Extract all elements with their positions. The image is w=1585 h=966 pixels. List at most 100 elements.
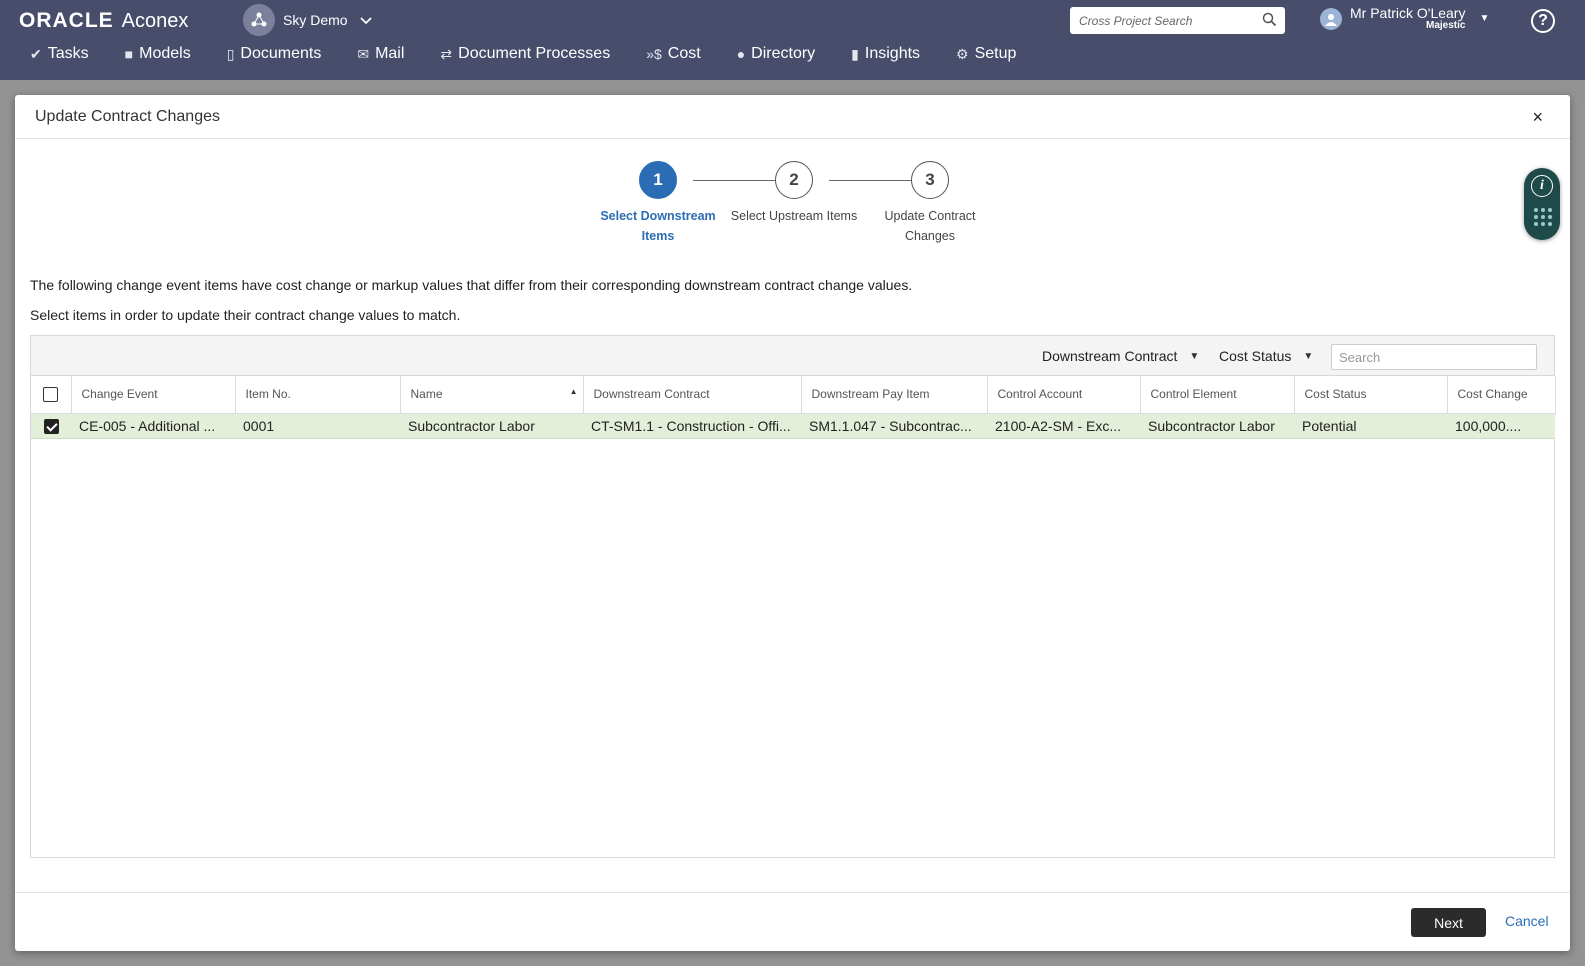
nav-label: Setup (974, 45, 1017, 62)
people-icon: ● (736, 46, 746, 62)
column-header-change-event[interactable]: Change Event (71, 376, 236, 414)
step-1: 1 Select Downstream Items (593, 161, 723, 246)
help-icon[interactable]: ? (1531, 9, 1555, 33)
downstream-contract-filter[interactable]: Downstream Contract ▼ (1042, 348, 1199, 364)
mail-icon: ✉ (357, 45, 370, 62)
nav-cost[interactable]: »$ Cost (646, 45, 700, 63)
column-header-cost-change[interactable]: Cost Change (1447, 376, 1556, 414)
step-number: 3 (911, 161, 949, 199)
close-icon[interactable]: × (1532, 107, 1543, 128)
grid-search-input[interactable]: Search (1331, 344, 1537, 370)
column-header-name[interactable]: Name ▲ (400, 376, 584, 414)
nav-documents[interactable]: ▯ Documents (227, 45, 322, 63)
cancel-button[interactable]: Cancel (1505, 913, 1549, 929)
filter-label: Cost Status (1219, 348, 1292, 364)
nav-tasks[interactable]: ✔ Tasks (30, 45, 89, 63)
step-2: 2 Select Upstream Items (729, 161, 859, 226)
top-header: ORACLE Aconex Sky Demo Cross Project Sea… (0, 0, 1585, 80)
step-3: 3 Update Contract Changes (865, 161, 995, 246)
cell-cost-change: 100,000.... (1447, 413, 1555, 439)
nav-label: Mail (375, 45, 405, 62)
nav-setup[interactable]: ⚙ Setup (956, 45, 1016, 63)
cell-downstream-pay-item: SM1.1.047 - Subcontrac... (801, 413, 987, 439)
step-label: Select Downstream Items (600, 209, 716, 243)
step-label: Update Contract Changes (884, 209, 976, 243)
nav-label: Documents (240, 45, 322, 62)
nav-directory[interactable]: ● Directory (737, 45, 815, 63)
workflow-icon: ⇄ (440, 45, 453, 62)
wizard-stepper: 1 Select Downstream Items 2 Select Upstr… (593, 161, 993, 251)
select-all-checkbox-cell[interactable] (31, 376, 72, 414)
cross-project-search-placeholder: Cross Project Search (1079, 13, 1193, 28)
column-header-control-account[interactable]: Control Account (987, 376, 1141, 414)
cell-name: Subcontractor Labor (400, 413, 583, 439)
info-icon[interactable]: i (1531, 175, 1553, 197)
table-row[interactable]: CE-005 - Additional ... 0001 Subcontract… (31, 413, 1555, 439)
select-all-checkbox[interactable] (43, 386, 59, 402)
nav-document-processes[interactable]: ⇄ Document Processes (440, 45, 610, 63)
nav-insights[interactable]: ▮ Insights (851, 45, 920, 63)
cube-icon: ■ (124, 46, 134, 62)
dialog-header: Update Contract Changes × (15, 95, 1570, 139)
cell-downstream-contract: CT-SM1.1 - Construction - Offi... (583, 413, 801, 439)
nav-label: Cost (667, 45, 701, 62)
gear-icon: ⚙ (956, 45, 969, 62)
brand-oracle: ORACLE (19, 9, 114, 32)
avatar (1320, 7, 1342, 30)
nav-label: Insights (864, 45, 921, 62)
table-header-row: Change Event Item No. Name ▲ Downstream C… (31, 376, 1556, 414)
project-icon (243, 4, 275, 36)
cost-status-filter[interactable]: Cost Status ▼ (1219, 348, 1313, 364)
column-header-control-element[interactable]: Control Element (1140, 376, 1295, 414)
project-name: Sky Demo (283, 12, 348, 28)
grid-toolbar: Downstream Contract ▼ Cost Status ▼ Sear… (31, 336, 1554, 376)
caret-down-icon: ▼ (1189, 350, 1200, 362)
cell-control-account: 2100-A2-SM - Exc... (987, 413, 1140, 439)
row-checkbox-cell[interactable] (31, 413, 71, 439)
user-menu[interactable]: Mr Patrick O'Leary Majestic ▼ (1320, 6, 1489, 31)
brand-aconex: Aconex (121, 10, 189, 32)
nav-label: Directory (751, 45, 816, 62)
items-table: Change Event Item No. Name ▲ Downstream C… (31, 376, 1556, 439)
column-header-downstream-contract[interactable]: Downstream Contract (583, 376, 802, 414)
column-header-downstream-pay-item[interactable]: Downstream Pay Item (801, 376, 988, 414)
cost-icon: »$ (646, 46, 662, 62)
nav-label: Models (139, 45, 191, 62)
column-header-item-no[interactable]: Item No. (235, 376, 401, 414)
grid-dots-icon[interactable] (1534, 208, 1552, 226)
cell-cost-status: Potential (1294, 413, 1447, 439)
dialog-footer: Next Cancel (15, 892, 1570, 951)
grid-search-placeholder: Search (1339, 349, 1381, 365)
brand-logo[interactable]: ORACLE Aconex (19, 9, 188, 33)
column-header-label: Name (410, 387, 443, 402)
update-contract-changes-dialog: Update Contract Changes × 1 Select Downs… (15, 95, 1570, 951)
nav-mail[interactable]: ✉ Mail (357, 45, 404, 63)
cell-item-no: 0001 (235, 413, 400, 439)
user-organization: Majestic (1426, 20, 1466, 31)
help-widget[interactable]: i (1524, 168, 1560, 240)
project-selector[interactable]: Sky Demo (243, 4, 372, 36)
caret-down-icon: ▼ (1303, 350, 1314, 362)
user-name: Mr Patrick O'Leary (1350, 5, 1466, 21)
cell-control-element: Subcontractor Labor (1140, 413, 1294, 439)
check-icon: ✔ (30, 45, 42, 62)
nav-label: Document Processes (458, 45, 611, 62)
search-icon[interactable] (1262, 12, 1277, 30)
column-header-cost-status[interactable]: Cost Status (1294, 376, 1448, 414)
next-button[interactable]: Next (1411, 908, 1486, 937)
chevron-down-icon (359, 13, 372, 28)
cross-project-search-input[interactable]: Cross Project Search (1070, 7, 1285, 34)
cell-change-event: CE-005 - Additional ... (71, 413, 235, 439)
intro-text-line1: The following change event items have co… (30, 277, 913, 293)
step-number: 2 (775, 161, 813, 199)
row-checkbox[interactable] (43, 418, 59, 434)
filter-label: Downstream Contract (1042, 348, 1178, 364)
document-icon: ▯ (226, 45, 235, 62)
step-number: 1 (639, 161, 677, 199)
intro-text-line2: Select items in order to update their co… (30, 307, 461, 323)
step-label: Select Upstream Items (730, 209, 858, 223)
dialog-title: Update Contract Changes (35, 107, 220, 125)
caret-down-icon: ▼ (1479, 13, 1490, 24)
nav-models[interactable]: ■ Models (125, 45, 191, 63)
sort-ascending-icon: ▲ (569, 387, 578, 396)
